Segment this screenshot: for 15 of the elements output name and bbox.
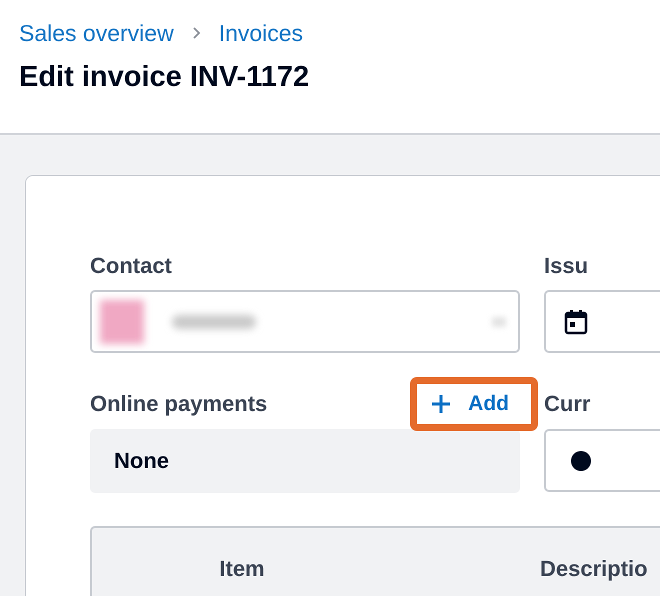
add-button[interactable]: Add bbox=[417, 384, 531, 424]
plus-icon bbox=[431, 394, 452, 414]
column-header: Descriptio bbox=[540, 556, 648, 582]
field-label: Online payments bbox=[90, 391, 268, 417]
field-label: Curr bbox=[544, 391, 590, 417]
column-header: Item bbox=[218, 556, 266, 582]
breadcrumb-link[interactable]: Sales overview bbox=[19, 20, 174, 46]
page-title: Edit invoice INV-1172 bbox=[19, 61, 310, 94]
field-label: Issu bbox=[544, 253, 588, 279]
contact-field[interactable] bbox=[90, 290, 520, 353]
breadcrumb-link[interactable]: Invoices bbox=[218, 20, 304, 46]
chevron-icon bbox=[192, 26, 201, 40]
calendar-icon bbox=[564, 308, 588, 334]
payments-value: None bbox=[90, 429, 520, 493]
field-label: Contact bbox=[90, 253, 172, 279]
